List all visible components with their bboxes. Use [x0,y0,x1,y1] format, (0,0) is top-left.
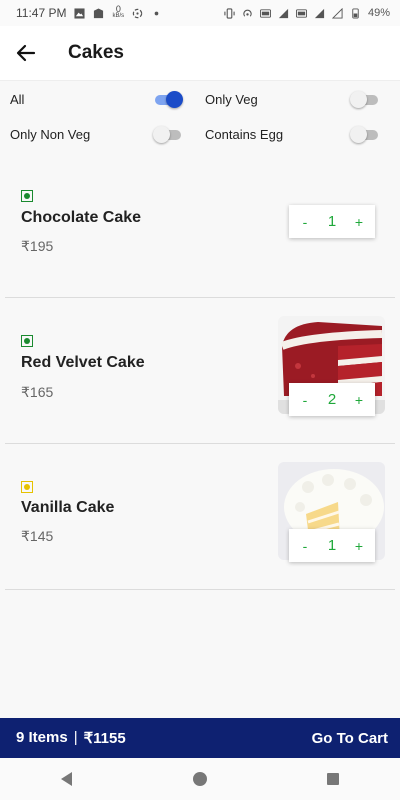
system-nav-bar [0,758,400,800]
item-name: Chocolate Cake [21,209,142,226]
status-bar: 11:47 PM 0 kB/s 49% [0,0,400,26]
filter-label: All [10,92,25,107]
decrement-button[interactable]: - [298,392,312,408]
cart-count: 9 Items [16,729,68,746]
nav-recents-button[interactable] [313,764,353,794]
signal-icon-2 [331,7,343,19]
page-title: Cakes [68,42,124,63]
quantity-value: 2 [327,391,337,408]
speed-readout: 0 kB/s [112,4,125,20]
signal-4g-icon [314,8,325,18]
filter-only-non-veg: Only Non Veg [0,125,195,144]
cart-summary: 9 Items | ₹1155 [16,729,126,747]
item-price: ₹195 [21,238,54,254]
filter-all: All [0,90,195,109]
toggle-all[interactable] [153,90,183,109]
veg-mark-icon [21,190,33,202]
list-item: Vanilla Cake ₹145 - 1 + [5,444,395,590]
vibrate-icon [224,7,235,19]
quantity-stepper: - 1 + [289,205,375,238]
image-icon [74,7,86,19]
item-list: Chocolate Cake ₹195 - 1 + Red Velvet Cak… [5,152,395,590]
triangle-back-icon [60,772,72,786]
back-button[interactable] [14,41,38,65]
toggle-contains-egg[interactable] [350,125,380,144]
hotspot-icon [243,9,252,17]
quantity-value: 1 [327,213,337,230]
filter-label: Only Veg [205,92,258,107]
nav-home-button[interactable] [180,764,220,794]
filter-contains-egg: Contains Egg [195,125,400,144]
filter-only-veg: Only Veg [195,90,400,109]
item-name: Red Velvet Cake [21,354,145,371]
filter-panel: All Only Veg Only Non Veg Contains Egg [0,82,400,152]
item-name: Vanilla Cake [21,499,115,516]
decrement-button[interactable]: - [298,214,312,230]
quantity-stepper: - 1 + [289,529,375,562]
filter-label: Contains Egg [205,127,284,142]
quantity-value: 1 [327,537,337,554]
increment-button[interactable]: + [352,538,366,554]
status-left-icons: 0 kB/s [74,4,162,20]
toggle-only-non-veg[interactable] [153,125,183,144]
filter-label: Only Non Veg [10,127,91,142]
go-to-cart-button[interactable]: Go To Cart [312,730,388,747]
mail-icon [94,7,104,18]
item-price: ₹165 [21,384,54,400]
arrow-left-icon [16,44,36,62]
list-item: Red Velvet Cake ₹165 - 2 + [5,298,395,444]
status-right-icons: 49% [224,7,390,19]
veg-mark-icon [21,335,33,347]
battery-icon [352,7,359,19]
egg-mark-icon [21,481,33,493]
square-recents-icon [327,773,340,785]
increment-button[interactable]: + [352,392,366,408]
battery-percent: 49% [367,7,390,19]
speed-unit: kB/s [112,13,125,19]
nav-back-button[interactable] [47,764,87,794]
speed-value: 0 [115,4,121,14]
quantity-stepper: - 2 + [289,383,375,416]
volte-icon [259,8,271,18]
sync-icon [132,8,143,18]
app-bar: Cakes [0,26,400,81]
filter-row: All Only Veg [0,82,400,117]
toggle-only-veg[interactable] [350,90,380,109]
dot-icon [154,11,159,15]
decrement-button[interactable]: - [298,538,312,554]
signal-icon [278,8,289,18]
status-time: 11:47 PM [16,6,67,20]
filter-row: Only Non Veg Contains Egg [0,117,400,152]
increment-button[interactable]: + [352,214,366,230]
cart-bar: 9 Items | ₹1155 Go To Cart [0,718,400,758]
cart-total: ₹1155 [83,730,126,747]
volte-icon-2 [295,8,307,18]
cart-separator: | [73,729,78,746]
list-item: Chocolate Cake ₹195 - 1 + [5,152,395,298]
circle-home-icon [192,772,207,786]
item-price: ₹145 [21,528,54,544]
